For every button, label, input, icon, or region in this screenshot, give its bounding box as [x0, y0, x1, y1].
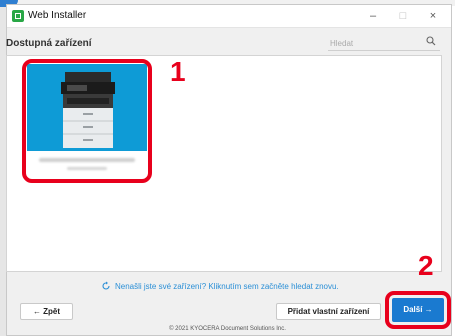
- close-button[interactable]: ×: [421, 8, 445, 24]
- search-input[interactable]: [328, 36, 422, 50]
- step-number-1: 1: [170, 56, 186, 87]
- back-button[interactable]: ← Zpět: [20, 303, 73, 320]
- app-icon: [12, 10, 24, 22]
- minimize-button[interactable]: –: [361, 8, 385, 24]
- title-bar: Web Installer – □ ×: [7, 5, 451, 28]
- add-custom-device-button[interactable]: Přidat vlastní zařízení: [276, 303, 381, 320]
- section-title: Dostupná zařízení: [6, 38, 92, 49]
- search-again-text[interactable]: Nenašli jste své zařízení? Kliknutím sem…: [115, 282, 339, 291]
- search-again-link[interactable]: Nenašli jste své zařízení? Kliknutím sem…: [115, 282, 339, 291]
- refresh-icon[interactable]: [101, 281, 111, 291]
- window-title: Web Installer: [28, 10, 87, 21]
- highlight-device: [22, 59, 152, 183]
- maximize-button[interactable]: □: [391, 8, 415, 24]
- step-number-2: 2: [418, 250, 434, 281]
- search-icon[interactable]: [426, 36, 436, 46]
- copyright-footer: © 2021 KYOCERA Document Solutions Inc.: [169, 326, 286, 332]
- search-box[interactable]: [328, 36, 440, 51]
- highlight-next: [385, 291, 451, 329]
